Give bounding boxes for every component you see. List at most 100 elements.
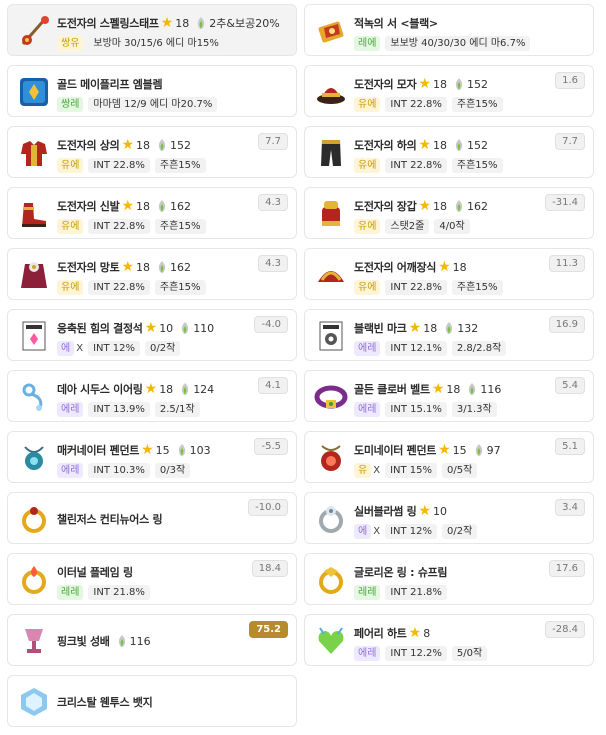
star-icon: ★ bbox=[160, 15, 174, 31]
item-title-row: 이터널 플레임 링 bbox=[57, 563, 133, 581]
potential-grade-badge: 유에 bbox=[354, 157, 381, 173]
grail-icon bbox=[17, 624, 51, 658]
pendant-icon bbox=[17, 441, 51, 475]
item-card-blackbean[interactable]: 블랙빈 마크 ★ 18 132 에레 INT 12.1% 2.8/2.8작 16.9 bbox=[304, 309, 594, 361]
potential-grade-badge: 레레 bbox=[354, 584, 381, 600]
item-stats-row: 레에 보보방 40/30/30 에디 마6.7% bbox=[354, 35, 531, 51]
flame-value: 152 bbox=[170, 138, 192, 152]
item-card-bottom[interactable]: 도전자의 하의 ★ 18 152 유에 INT 22.8% 주흔15% 7.7 bbox=[304, 126, 594, 178]
item-card-gloves[interactable]: 도전자의 장갑 ★ 18 162 유에 스탯2줄 4/0작 -31.4 bbox=[304, 187, 594, 239]
potential-grade-badge: 유에 bbox=[354, 279, 381, 295]
star-force-count: 18 bbox=[446, 382, 461, 396]
efficiency-score: -10.0 bbox=[248, 499, 288, 516]
item-card-pendant2[interactable]: 도미네이터 펜던트 ★ 15 97 유 X INT 15% 0/5작 5.1 bbox=[304, 431, 594, 483]
silver-ring-icon bbox=[314, 502, 348, 536]
flame-icon bbox=[157, 261, 167, 273]
star-force-count: 18 bbox=[136, 260, 151, 274]
star-force-count: 18 bbox=[159, 382, 174, 396]
item-title-row: 골든 클로버 벨트 ★ 18 116 bbox=[354, 380, 501, 398]
item-stats-row: 유에 INT 22.8% 주흔15% bbox=[354, 157, 503, 173]
item-card-emblem[interactable]: 골드 메이플리프 엠블렘 쌍레 마마뎀 12/9 에디 마20.7% bbox=[7, 65, 297, 117]
stat-pill: 보보방 40/30/30 에디 마6.7% bbox=[385, 35, 531, 51]
item-name: 매커네이터 펜던트 bbox=[57, 444, 140, 457]
item-name: 도전자의 모자 bbox=[354, 78, 417, 91]
potential-grade-badge: 레에 bbox=[354, 35, 381, 51]
potential-grade-badge: 유에 bbox=[57, 218, 84, 234]
item-title-row: 데아 시두스 이어링 ★ 18 124 bbox=[57, 380, 214, 398]
item-card-hat[interactable]: 도전자의 모자 ★ 18 152 유에 INT 22.8% 주흔15% 1.6 bbox=[304, 65, 594, 117]
item-card-pendant1[interactable]: 매커네이터 펜던트 ★ 15 103 에레 INT 10.3% 0/3작 -5.5 bbox=[7, 431, 297, 483]
item-card-shoulder[interactable]: 도전자의 어깨장식 ★ 18 유에 INT 22.8% 주흔15% 11.3 bbox=[304, 248, 594, 300]
item-name: 도전자의 장갑 bbox=[354, 200, 417, 213]
star-icon: ★ bbox=[121, 259, 135, 275]
emblem-icon bbox=[17, 75, 51, 109]
item-card-ring2[interactable]: 실버블라썸 링 ★ 10 에 X INT 12% 0/2작 3.4 bbox=[304, 492, 594, 544]
additional-potential-none: X bbox=[373, 525, 381, 537]
stat-pill: 주흔15% bbox=[154, 157, 206, 173]
item-card-ring3[interactable]: 이터널 플레임 링 레레 INT 21.8% 18.4 bbox=[7, 553, 297, 605]
flame-value: 162 bbox=[170, 260, 192, 274]
star-icon: ★ bbox=[121, 137, 135, 153]
item-title-row: 핑크빛 성배 116 bbox=[57, 632, 151, 650]
star-icon: ★ bbox=[431, 381, 445, 397]
item-card-ring1[interactable]: 챌린저스 컨티뉴어스 링 -10.0 bbox=[7, 492, 297, 544]
star-icon: ★ bbox=[408, 320, 422, 336]
efficiency-score: -5.5 bbox=[254, 438, 288, 455]
item-title-row: 블랙빈 마크 ★ 18 132 bbox=[354, 319, 478, 337]
item-title-row: 도전자의 하의 ★ 18 152 bbox=[354, 136, 488, 154]
star-force-count: 18 bbox=[423, 321, 438, 335]
stat-pill: 2.5/1작 bbox=[154, 401, 200, 417]
efficiency-score: 5.4 bbox=[555, 377, 585, 394]
stat-pill: INT 12% bbox=[88, 340, 141, 356]
efficiency-score: 7.7 bbox=[258, 133, 288, 150]
flame-icon bbox=[474, 444, 484, 456]
potential-grade-badge: 에 bbox=[57, 340, 75, 356]
stat-pill: INT 15% bbox=[385, 462, 438, 478]
item-card-badge[interactable]: 크리스탈 웬투스 뱃지 bbox=[7, 675, 297, 727]
item-card-cape[interactable]: 도전자의 망토 ★ 18 162 유에 INT 22.8% 주흔15% 4.3 bbox=[7, 248, 297, 300]
item-title-row: 도미네이터 펜던트 ★ 15 97 bbox=[354, 441, 501, 459]
stat-pill: 0/3작 bbox=[154, 462, 191, 478]
item-stats-row: 에 X INT 12% 0/2작 bbox=[354, 523, 478, 539]
efficiency-score: 16.9 bbox=[548, 316, 585, 333]
efficiency-score: 1.6 bbox=[555, 72, 585, 89]
item-card-pocket[interactable]: 핑크빛 성배 116 75.2 bbox=[7, 614, 297, 666]
stat-pill: INT 12% bbox=[385, 523, 438, 539]
efficiency-score: 4.3 bbox=[258, 194, 288, 211]
item-card-weapon[interactable]: 도전자의 스펠링스태프 ★ 18 2추&보공20% 쌍유 보방마 30/15/6 에디 마… bbox=[7, 4, 297, 56]
item-stats-row: 유 X INT 15% 0/5작 bbox=[354, 462, 478, 478]
item-title-row: 도전자의 상의 ★ 18 152 bbox=[57, 136, 191, 154]
potential-grade-badge: 에레 bbox=[354, 340, 381, 356]
flame-value: 124 bbox=[193, 382, 215, 396]
item-name: 크리스탈 웬투스 뱃지 bbox=[57, 696, 153, 709]
item-card-crystal[interactable]: 응축된 힘의 결정석 ★ 10 110 에 X INT 12% 0/2작 -4.0 bbox=[7, 309, 297, 361]
star-force-count: 8 bbox=[423, 626, 431, 640]
stat-pill: INT 13.9% bbox=[88, 401, 150, 417]
efficiency-score: 17.6 bbox=[548, 560, 585, 577]
flame-icon bbox=[454, 139, 464, 151]
item-card-top[interactable]: 도전자의 상의 ★ 18 152 유에 INT 22.8% 주흔15% 7.7 bbox=[7, 126, 297, 178]
stat-pill: 보방마 30/15/6 에디 마15% bbox=[88, 35, 224, 51]
flame-icon bbox=[157, 139, 167, 151]
shoes-icon bbox=[17, 197, 51, 231]
item-stats-row: 유에 INT 22.8% 주흔15% bbox=[57, 157, 206, 173]
item-card-ring4[interactable]: 글로리온 링 : 슈프림 레레 INT 21.8% 17.6 bbox=[304, 553, 594, 605]
flame-icon bbox=[467, 383, 477, 395]
item-card-shoes[interactable]: 도전자의 신발 ★ 18 162 유에 INT 22.8% 주흔15% 4.3 bbox=[7, 187, 297, 239]
stat-pill: 2.8/2.8작 bbox=[451, 340, 507, 356]
potential-grade-badge: 에 bbox=[354, 523, 372, 539]
item-title-row: 응축된 힘의 결정석 ★ 10 110 bbox=[57, 319, 214, 337]
item-card-heart[interactable]: 페어리 하트 ★ 8 에레 INT 12.2% 5/0작 -28.4 bbox=[304, 614, 594, 666]
item-card-earring[interactable]: 데아 시두스 이어링 ★ 18 124 에레 INT 13.9% 2.5/1작 4.1 bbox=[7, 370, 297, 422]
item-card-belt[interactable]: 골든 클로버 벨트 ★ 18 116 에레 INT 15.1% 3/1.3작 5.4 bbox=[304, 370, 594, 422]
efficiency-score: 18.4 bbox=[251, 560, 288, 577]
flame-icon bbox=[117, 635, 127, 647]
item-card-secondary[interactable]: 적녹의 서 <블랙> 레에 보보방 40/30/30 에디 마6.7% bbox=[304, 4, 594, 56]
stat-pill: INT 12.2% bbox=[385, 645, 447, 661]
item-name: 적녹의 서 <블랙> bbox=[354, 17, 438, 30]
item-title-row: 도전자의 모자 ★ 18 152 bbox=[354, 75, 488, 93]
item-stats-row: 레레 INT 21.8% bbox=[354, 584, 447, 600]
flame-value: 152 bbox=[467, 138, 489, 152]
star-icon: ★ bbox=[418, 76, 432, 92]
flame-value: 103 bbox=[189, 443, 211, 457]
